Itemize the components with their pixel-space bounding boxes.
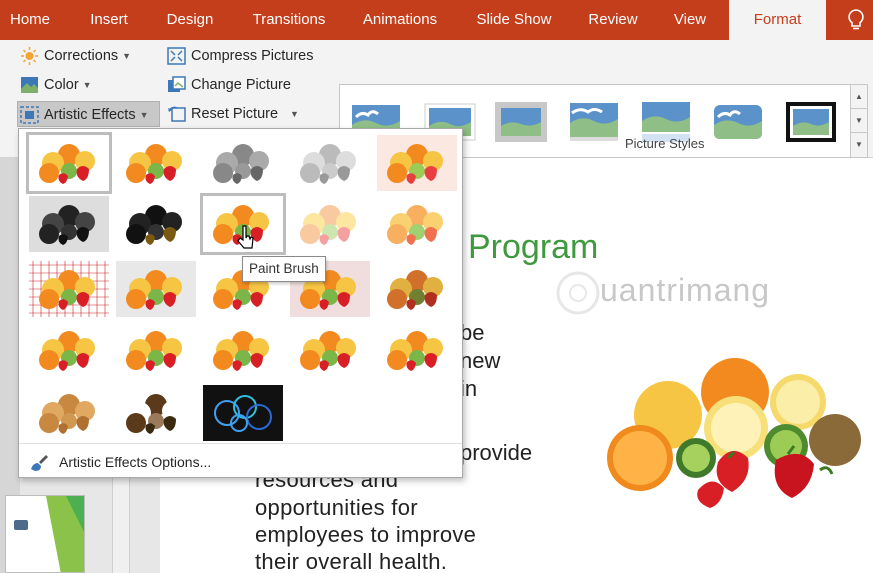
picture-style-thumb[interactable] <box>712 99 764 145</box>
tab-review[interactable]: Review <box>578 0 648 40</box>
body-fragment[interactable]: be <box>460 320 484 346</box>
artistic-effects-icon <box>20 106 39 124</box>
chevron-down-icon: ▼ <box>82 80 92 91</box>
paint-brush-icon <box>29 453 49 471</box>
lightbulb-icon[interactable] <box>845 8 867 32</box>
artistic-effects-button[interactable]: Artistic Effects ▼ <box>17 101 160 127</box>
gallery-scroll[interactable]: ▲ ▼ ▼ <box>851 84 868 158</box>
artistic-effect-thumb[interactable] <box>377 196 457 252</box>
artistic-effects-menu: Artistic Effects Options... <box>18 128 463 478</box>
chevron-down-icon: ▼ <box>122 51 132 62</box>
picture-style-thumb[interactable] <box>495 99 547 145</box>
fruit-picture[interactable] <box>598 350 866 510</box>
change-picture-button[interactable]: Change Picture <box>165 72 291 98</box>
watermark-text: uantrimang <box>600 272 771 308</box>
body-line[interactable]: their overall health. <box>255 549 447 573</box>
artistic-effect-thumb[interactable] <box>377 261 457 317</box>
artistic-effect-thumb[interactable] <box>29 322 109 378</box>
slide-thumbnail[interactable] <box>5 495 85 573</box>
picture-style-thumb[interactable] <box>785 99 837 145</box>
effect-tooltip: Paint Brush <box>242 256 326 282</box>
tab-home[interactable]: Home <box>0 0 60 40</box>
gallery-more-icon[interactable]: ▼ <box>851 133 867 157</box>
mouse-pointer-icon <box>237 224 255 250</box>
artistic-effect-thumb[interactable] <box>116 135 196 191</box>
compress-pictures-button[interactable]: Compress Pictures <box>165 43 313 69</box>
body-fragment[interactable]: provide <box>460 440 532 466</box>
change-picture-icon <box>167 76 186 94</box>
menu-separator <box>19 443 462 444</box>
artistic-effect-thumb[interactable] <box>116 261 196 317</box>
gallery-down-icon[interactable]: ▼ <box>851 109 867 133</box>
body-fragment[interactable]: new <box>460 348 500 374</box>
color-swatch-icon <box>20 76 39 94</box>
tab-design[interactable]: Design <box>155 0 225 40</box>
body-line[interactable]: opportunities for <box>255 495 418 521</box>
artistic-effect-thumb[interactable] <box>116 196 196 252</box>
gallery-up-icon[interactable]: ▲ <box>851 85 867 109</box>
artistic-effect-thumb[interactable] <box>377 322 457 378</box>
tab-format[interactable]: Format <box>729 0 826 40</box>
corrections-button[interactable]: Corrections ▼ <box>18 43 131 69</box>
tab-insert[interactable]: Insert <box>78 0 140 40</box>
chevron-down-icon: ▼ <box>139 110 149 121</box>
artistic-effect-thumb[interactable] <box>29 385 109 441</box>
artistic-effect-thumb[interactable] <box>290 196 370 252</box>
tab-view[interactable]: View <box>662 0 718 40</box>
artistic-effect-thumb[interactable] <box>203 322 283 378</box>
artistic-effect-thumb[interactable] <box>203 135 283 191</box>
chevron-down-icon: ▼ <box>290 109 299 120</box>
picture-styles-group-label: Picture Styles <box>625 136 705 151</box>
artistic-effect-thumb[interactable] <box>290 322 370 378</box>
tab-slide-show[interactable]: Slide Show <box>467 0 561 40</box>
slide-title[interactable]: Program <box>468 228 598 267</box>
sun-icon <box>20 47 39 65</box>
body-line[interactable]: employees to improve <box>255 522 476 548</box>
tab-transitions[interactable]: Transitions <box>240 0 338 40</box>
artistic-effect-thumb[interactable] <box>26 132 112 194</box>
artistic-effect-thumb[interactable] <box>290 135 370 191</box>
artistic-effect-thumb[interactable] <box>377 135 457 191</box>
artistic-effect-thumb[interactable] <box>203 385 283 441</box>
artistic-effect-thumb[interactable] <box>116 385 196 441</box>
artistic-effects-options-item[interactable]: Artistic Effects Options... <box>27 450 211 474</box>
reset-picture-icon <box>167 105 186 123</box>
color-button[interactable]: Color ▼ <box>18 72 92 98</box>
artistic-effect-thumb[interactable] <box>29 261 109 317</box>
tab-animations[interactable]: Animations <box>350 0 450 40</box>
reset-picture-button[interactable]: Reset Picture ▼ <box>165 101 299 127</box>
artistic-effect-thumb[interactable] <box>29 196 109 252</box>
artistic-effect-thumb[interactable] <box>116 322 196 378</box>
picture-style-thumb[interactable] <box>568 99 620 145</box>
ribbon-tab-bar: Home Insert Design Transitions Animation… <box>0 0 873 40</box>
compress-icon <box>167 47 186 65</box>
